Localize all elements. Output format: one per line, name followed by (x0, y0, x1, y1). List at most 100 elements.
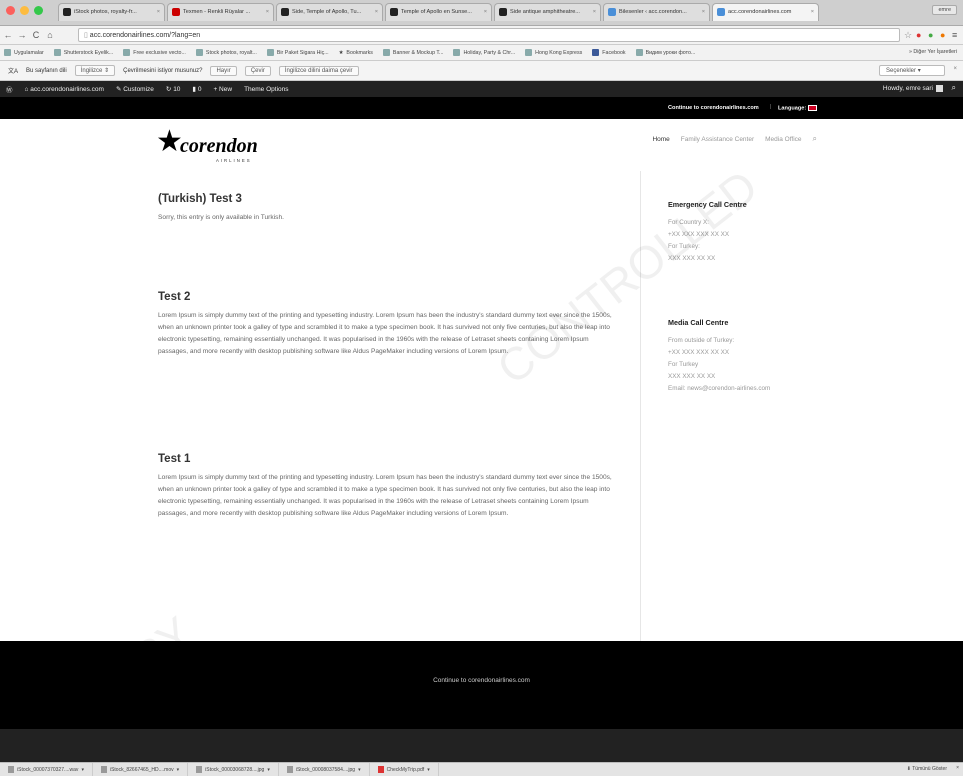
updates-link[interactable]: ↻ 10 (166, 85, 181, 93)
window-controls (6, 6, 43, 15)
bookmark-item[interactable]: Видим уроки фото... (635, 49, 695, 56)
options-button[interactable]: Seçenekler ▾ (879, 65, 945, 76)
favicon-icon (717, 8, 725, 16)
download-item[interactable]: CheckMyTrip.pdf ▾ (370, 763, 439, 776)
search-icon[interactable]: ⌕ (952, 83, 956, 93)
browser-tabs: iStock photos, royalty-fr... × Texmen - R… (58, 3, 819, 21)
favicon-icon (281, 8, 289, 16)
no-button[interactable]: Hayır (210, 65, 237, 76)
download-item[interactable]: iStock_00003068728....jpg ▾ (188, 763, 279, 776)
bookmark-item[interactable]: Hong Kong Express (525, 49, 582, 56)
translate-icon: 文A (8, 69, 19, 75)
bookmark-icon (525, 49, 533, 56)
post-body: Lorem Ipsum is simply dummy text of the … (158, 474, 612, 517)
close-window-icon[interactable] (6, 6, 15, 15)
translate-button[interactable]: Çevir (244, 65, 271, 76)
bookmark-icon (266, 49, 274, 56)
bookmark-item[interactable]: Facebook (592, 49, 626, 56)
post-body: Lorem Ipsum is simply dummy text of the … (158, 312, 612, 355)
bookmark-icon (195, 49, 203, 56)
browser-tab[interactable]: iStock photos, royalty-fr... × (58, 3, 165, 21)
minimize-window-icon[interactable] (20, 6, 29, 15)
download-item[interactable]: iStock_82667465_HD....mov ▾ (93, 763, 189, 776)
bookmark-star-icon[interactable]: ☆ (904, 29, 912, 41)
download-item[interactable]: iStock_00007370327....wav ▾ (0, 763, 93, 776)
post-title[interactable]: (Turkish) Test 3 (158, 192, 618, 206)
browser-tab[interactable]: Temple of Apollo en Sunse... × (385, 3, 492, 21)
profile-button[interactable]: emre (932, 5, 957, 15)
browser-tab[interactable]: Texmen - Renkli Rüyalar ... × (167, 3, 274, 21)
tab-title: Side, Temple of Apollo, Tu... (292, 9, 362, 15)
forward-icon[interactable]: → (16, 30, 28, 40)
tab-title: Texmen - Renkli Rüyalar ... (183, 9, 251, 15)
tab-close-icon[interactable]: × (266, 9, 269, 15)
bookmark-item[interactable]: Banner & Mockup T... (382, 49, 443, 56)
bookmarks-bar: Uygulamalar Shutterstock Eyelik... Free … (0, 45, 963, 61)
menu-icon[interactable]: ≡ (952, 29, 957, 41)
other-bookmarks[interactable]: » Diğer Yer İşaretleri (909, 49, 957, 55)
extension-icon[interactable]: ● (916, 29, 921, 41)
tab-close-icon[interactable]: × (157, 9, 160, 15)
theme-options-link[interactable]: Theme Options (244, 86, 288, 93)
widget-title: Media Call Centre (668, 318, 729, 327)
admin-site-link[interactable]: ⌂ acc.corendonairlines.com (25, 86, 104, 93)
favicon-icon (63, 8, 71, 16)
bookmark-icon (382, 49, 390, 56)
post: Test 2 Lorem Ipsum is simply dummy text … (158, 290, 618, 358)
menu-item-home[interactable]: Home (652, 136, 669, 143)
browser-tab[interactable]: Bilesenler ‹ acc.corendon... × (603, 3, 710, 21)
tab-close-icon[interactable]: × (375, 9, 378, 15)
bookmark-item[interactable]: Stock photos, royalt... (195, 49, 257, 56)
language-select[interactable]: İngilizce ⇕ (74, 65, 116, 76)
reload-icon[interactable]: C (30, 30, 42, 40)
star-icon: ★ (338, 49, 344, 56)
bookmark-item[interactable]: Holiday, Party & Chr... (453, 49, 515, 56)
extension-icon[interactable]: ● (928, 29, 933, 41)
bookmark-item[interactable]: Shutterstock Eyelik... (53, 49, 113, 56)
post-title[interactable]: Test 1 (158, 452, 618, 466)
extension-icon[interactable]: ● (940, 29, 945, 41)
browser-tab-active[interactable]: acc.corendonairlines.com × (712, 3, 819, 21)
bookmark-item[interactable]: Free exclusive vecto... (123, 49, 186, 56)
site-footer: Continue to corendonairlines.com (0, 641, 963, 729)
search-icon[interactable]: ⌕ (813, 134, 817, 144)
comments-link[interactable]: ▮ 0 (192, 85, 201, 93)
continue-link[interactable]: Continue to corendonairlines.com (668, 105, 759, 111)
download-item[interactable]: iStock_00008037584....jpg ▾ (279, 763, 370, 776)
back-icon[interactable]: ← (2, 30, 14, 40)
browser-tab[interactable]: Side antique amphitheatre... × (494, 3, 601, 21)
logo-subtitle: AIRLINES (216, 158, 252, 163)
bookmark-item[interactable]: Bir Paket Sigara Hiç... (266, 49, 329, 56)
bookmark-icon (453, 49, 461, 56)
widget-title: Emergency Call Centre (668, 200, 747, 209)
tab-close-icon[interactable]: × (702, 9, 705, 15)
new-link[interactable]: + New (213, 86, 232, 93)
account-menu[interactable]: Howdy, emre sari (883, 85, 943, 92)
tab-title: Temple of Apollo en Sunse... (401, 9, 472, 15)
menu-item-family-assistance[interactable]: Family Assistance Center (681, 136, 754, 143)
footer-continue-link[interactable]: Continue to corendonairlines.com (0, 677, 963, 684)
tab-close-icon[interactable]: × (593, 9, 596, 15)
wordpress-icon[interactable]: Ⓦ (6, 84, 13, 94)
maximize-window-icon[interactable] (34, 6, 43, 15)
file-icon (196, 766, 203, 773)
bookmark-item[interactable]: ★ Bookmarks (339, 50, 373, 56)
browser-tab[interactable]: Side, Temple of Apollo, Tu... × (276, 3, 383, 21)
favicon-icon (172, 8, 180, 16)
language-switcher[interactable]: Language: (778, 105, 818, 111)
close-icon[interactable]: × (953, 66, 957, 72)
sidebar-divider (640, 171, 641, 641)
tab-close-icon[interactable]: × (811, 9, 814, 15)
always-translate-button[interactable]: İngilizce dilini daima çevir (278, 65, 359, 76)
tab-close-icon[interactable]: × (484, 9, 487, 15)
file-icon (100, 766, 107, 773)
menu-item-media-office[interactable]: Media Office (765, 136, 801, 143)
bookmark-item[interactable]: Uygulamalar (4, 49, 44, 56)
customize-link[interactable]: ✎ Customize (116, 85, 154, 93)
navigation-bar: ← → C ⌂ ▯ acc.corendonairlines.com/?lang… (0, 26, 963, 45)
show-all-downloads[interactable]: ⬇ Tümünü Göster (907, 766, 947, 772)
address-bar[interactable]: ▯ acc.corendonairlines.com/?lang=en (78, 28, 900, 42)
close-icon[interactable]: × (956, 765, 959, 771)
post-title[interactable]: Test 2 (158, 290, 618, 304)
home-icon[interactable]: ⌂ (44, 30, 56, 40)
